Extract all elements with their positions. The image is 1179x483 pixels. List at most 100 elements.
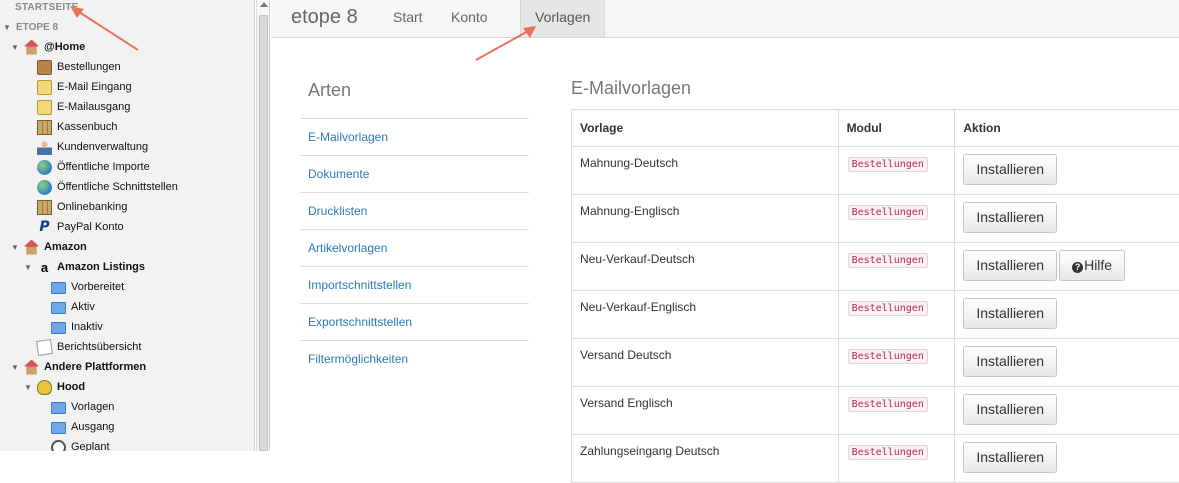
top-navigation: etope 8 Start Konto Vorlagen (271, 0, 1179, 38)
section-label: ETOPE 8 (16, 21, 59, 33)
arten-link[interactable]: Drucklisten (300, 192, 529, 229)
sidebar-item[interactable]: Öffentliche Importe (37, 157, 150, 177)
globe-icon (37, 159, 52, 175)
sidebar-item[interactable]: E-Mailausgang (37, 97, 130, 117)
sidebar-item[interactable]: Vorbereitet (51, 277, 124, 297)
table-row: Neu-Verkauf-Deutsch Bestellungen Installie… (572, 243, 1179, 291)
modul-badge: Bestellungen (847, 349, 928, 364)
sidebar-item-label: Onlinebanking (57, 201, 128, 213)
sidebar-item-label: @Home (44, 41, 86, 53)
modul-badge: Bestellungen (847, 445, 928, 460)
modul-cell: Bestellungen (839, 147, 956, 194)
house-icon (24, 359, 39, 375)
sidebar-item[interactable]: E-Mail Eingang (37, 77, 132, 97)
install-button[interactable]: Installieren (963, 154, 1058, 185)
table-row: Versand Englisch Bestellungen Installieren (572, 387, 1179, 435)
sidebar-item[interactable]: ▼ a Amazon Listings (23, 257, 145, 277)
section-header[interactable]: ▼ ETOPE 8 (2, 17, 58, 37)
table-row: Mahnung-Deutsch Bestellungen Installieren (572, 147, 1179, 195)
shopping-bag-icon (37, 59, 52, 75)
sidebar-item[interactable]: Vorlagen (51, 397, 114, 417)
sidebar-item[interactable]: ▼ Amazon (10, 237, 87, 257)
folder-icon (51, 302, 66, 314)
action-cell: Installieren (955, 195, 1179, 242)
sidebar-item[interactable]: ▼ @Home (10, 37, 85, 57)
action-cell: Installieren? Hilfe (955, 243, 1179, 290)
arten-link[interactable]: Dokumente (300, 155, 529, 192)
sidebar-item[interactable]: Kundenverwaltung (37, 137, 148, 157)
install-button[interactable]: Installieren (963, 202, 1058, 233)
collapse-triangle-icon[interactable]: ▼ (10, 362, 20, 372)
sidebar-item-label: E-Mail Eingang (57, 81, 132, 93)
panel-title: E-Mailvorlagen (571, 78, 692, 98)
action-cell: Installieren (955, 291, 1179, 338)
sidebar-item[interactable]: ▼ Hood (23, 377, 85, 397)
sidebar-item[interactable]: P PayPal Konto (37, 217, 123, 237)
collapse-triangle-icon[interactable]: ▼ (23, 262, 33, 272)
help-button[interactable]: ? Hilfe (1059, 250, 1126, 281)
sidebar: STARTSEITE ▼ ETOPE 8 ▼ @Home Bestellungen E… (0, 0, 255, 451)
nav-konto[interactable]: Konto (437, 0, 502, 37)
sidebar-item[interactable]: ▼ Andere Plattformen (10, 357, 146, 377)
scroll-up-icon[interactable] (260, 2, 268, 7)
sidebar-item[interactable]: Aktiv (51, 297, 95, 317)
action-cell: Installieren (955, 435, 1179, 482)
sidebar-item-label: Aktiv (71, 301, 95, 313)
sidebar-item-label: Andere Plattformen (44, 361, 147, 373)
install-button[interactable]: Installieren (963, 394, 1058, 425)
bank-icon (37, 199, 52, 215)
customer-icon (37, 139, 52, 155)
sidebar-item-label: Kundenverwaltung (57, 141, 149, 153)
template-name: Neu-Verkauf-Englisch (572, 291, 839, 338)
cashbook-icon (37, 119, 52, 135)
start-page-link[interactable]: STARTSEITE (15, 2, 78, 13)
arten-link[interactable]: Artikelvorlagen (300, 229, 529, 266)
sidebar-item[interactable]: Öffentliche Schnittstellen (37, 177, 178, 197)
template-name: Zahlungseingang Deutsch (572, 435, 839, 482)
folder-icon (51, 322, 66, 334)
collapse-triangle-icon[interactable]: ▼ (10, 242, 20, 252)
sidebar-item-label: Amazon Listings (57, 261, 146, 273)
sidebar-item[interactable]: Berichtsübersicht (36, 337, 141, 357)
nav-start[interactable]: Start (379, 0, 437, 37)
header-aktion: Aktion (963, 121, 1001, 135)
install-button[interactable]: Installieren (963, 250, 1058, 281)
modul-cell: Bestellungen (839, 243, 956, 290)
brand-title[interactable]: etope 8 (291, 6, 358, 29)
arten-link[interactable]: E-Mailvorlagen (300, 118, 529, 155)
template-name: Mahnung-Deutsch (572, 147, 839, 194)
sidebar-item[interactable]: Ausgang (51, 417, 114, 437)
sidebar-item-label: Geplant (71, 441, 110, 451)
sidebar-item[interactable]: Geplant (51, 437, 110, 451)
install-button[interactable]: Installieren (963, 346, 1058, 377)
sidebar-item-label: Ausgang (71, 421, 115, 433)
arten-link[interactable]: Importschnittstellen (300, 266, 529, 303)
template-name: Versand Englisch (572, 387, 839, 434)
arten-link[interactable]: Exportschnittstellen (300, 303, 529, 340)
modul-badge: Bestellungen (847, 397, 928, 412)
sidebar-item-label: Öffentliche Importe (57, 161, 150, 173)
action-cell: Installieren (955, 339, 1179, 386)
modul-cell: Bestellungen (839, 435, 956, 482)
sidebar-item[interactable]: Onlinebanking (37, 197, 127, 217)
report-icon (36, 338, 53, 356)
modul-badge: Bestellungen (847, 253, 928, 268)
modul-cell: Bestellungen (839, 339, 956, 386)
modul-badge: Bestellungen (847, 205, 928, 220)
sidebar-item[interactable]: Inaktiv (51, 317, 103, 337)
sidebar-item[interactable]: Kassenbuch (37, 117, 118, 137)
arten-link[interactable]: Filtermöglichkeiten (300, 340, 529, 377)
install-button[interactable]: Installieren (963, 442, 1058, 473)
scrollbar-thumb[interactable] (259, 15, 268, 451)
sidebar-item[interactable]: Bestellungen (37, 57, 121, 77)
nav-vorlagen[interactable]: Vorlagen (520, 0, 606, 37)
collapse-triangle-icon[interactable]: ▼ (2, 22, 12, 32)
sidebar-scrollbar[interactable] (256, 0, 270, 451)
sidebar-item-label: E-Mailausgang (57, 101, 131, 113)
action-cell: Installieren (955, 147, 1179, 194)
collapse-triangle-icon[interactable]: ▼ (10, 42, 20, 52)
modul-badge: Bestellungen (847, 157, 928, 172)
header-vorlage: Vorlage (572, 110, 839, 146)
collapse-triangle-icon[interactable]: ▼ (23, 382, 33, 392)
install-button[interactable]: Installieren (963, 298, 1058, 329)
